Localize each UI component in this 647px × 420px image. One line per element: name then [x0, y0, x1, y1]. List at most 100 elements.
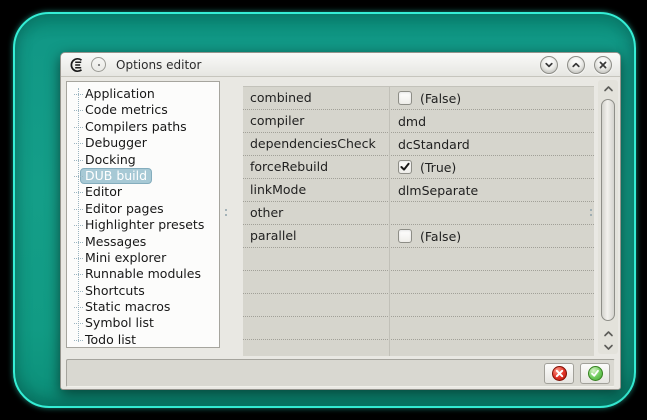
- scrollbar-thumb[interactable]: [601, 99, 615, 321]
- grid-row-empty: [243, 294, 594, 317]
- property-name: compiler: [250, 113, 305, 128]
- options-editor-window: Options editor Application Code metrics Co…: [60, 52, 621, 390]
- property-value-text: (False): [420, 228, 462, 244]
- grid-row-other[interactable]: other: [243, 202, 594, 225]
- coedit-logo-icon: [69, 57, 85, 73]
- property-name: linkMode: [250, 182, 307, 197]
- chevron-down-icon: [544, 60, 554, 70]
- sidebar-item-label: Editor pages: [85, 200, 164, 216]
- sidebar-item-label: Runnable modules: [85, 266, 201, 282]
- property-name: dependenciesCheck: [250, 136, 376, 151]
- property-value-text: (True): [420, 159, 457, 175]
- close-button[interactable]: [594, 55, 612, 74]
- property-value[interactable]: [390, 202, 594, 224]
- property-value[interactable]: dlmSeparate: [390, 179, 594, 201]
- window-menu-button[interactable]: [91, 57, 106, 72]
- scroll-up-button-bottom[interactable]: [598, 327, 618, 340]
- unshade-button[interactable]: [567, 55, 585, 74]
- property-value: [390, 248, 594, 270]
- accept-button[interactable]: [580, 363, 610, 384]
- forceRebuild-checkbox[interactable]: [398, 160, 412, 174]
- close-icon: [598, 60, 608, 70]
- property-value[interactable]: (False): [390, 87, 594, 109]
- sidebar-item-label: Shortcuts: [85, 282, 145, 298]
- splitter-grip-left[interactable]: [224, 209, 227, 216]
- sidebar-item-editor[interactable]: Editor: [67, 184, 219, 200]
- chevron-down-icon: [603, 344, 613, 350]
- window-title: Options editor: [116, 57, 202, 72]
- titlebar[interactable]: Options editor: [61, 53, 620, 77]
- property-grid[interactable]: combined (False) compiler dmd dependenciesCh…: [243, 86, 594, 356]
- sidebar-item-debugger[interactable]: Debugger: [67, 135, 219, 151]
- sidebar-item-label: Application: [85, 86, 155, 101]
- scroll-up-button[interactable]: [598, 82, 618, 95]
- sidebar-item-label: Debugger: [85, 135, 147, 151]
- grid-row-empty: [243, 317, 594, 340]
- property-value[interactable]: (False): [390, 225, 594, 247]
- splitter-grip-right[interactable]: [589, 209, 592, 216]
- green-check-icon: [587, 366, 603, 381]
- combined-checkbox[interactable]: [398, 91, 412, 105]
- cancel-button[interactable]: [544, 363, 574, 384]
- property-value: [390, 340, 594, 356]
- category-tree[interactable]: Application Code metrics Compilers paths De…: [66, 81, 220, 348]
- grid-column-divider[interactable]: [389, 87, 390, 356]
- grid-row-compiler[interactable]: compiler dmd: [243, 110, 594, 133]
- desktop-background: Options editor Application Code metrics Co…: [0, 0, 647, 420]
- sidebar-item-messages[interactable]: Messages: [67, 234, 219, 250]
- property-value: [390, 271, 594, 293]
- red-cross-icon: [551, 366, 567, 381]
- property-value[interactable]: dcStandard: [390, 133, 594, 155]
- sidebar-item-todo-list[interactable]: Todo list: [67, 331, 219, 347]
- sidebar-item-label: Docking: [85, 151, 136, 167]
- sidebar-item-label: Mini explorer: [85, 249, 167, 265]
- chevron-up-icon: [571, 60, 581, 70]
- checkmark-icon: [400, 162, 410, 171]
- property-value: [390, 317, 594, 339]
- chevron-up-icon: [603, 330, 613, 336]
- property-value[interactable]: dmd: [390, 110, 594, 132]
- sidebar-item-highlighter-presets[interactable]: Highlighter presets: [67, 217, 219, 233]
- sidebar-item-label: Editor: [85, 184, 122, 200]
- property-name: other: [250, 205, 284, 220]
- sidebar-item-application[interactable]: Application: [67, 86, 219, 102]
- sidebar-item-runnable-modules[interactable]: Runnable modules: [67, 266, 219, 282]
- sidebar-item-static-macros[interactable]: Static macros: [67, 299, 219, 315]
- tree-items: Application Code metrics Compilers paths De…: [67, 86, 219, 347]
- grid-row-empty: [243, 340, 594, 356]
- sidebar-item-compilers-paths[interactable]: Compilers paths: [67, 119, 219, 135]
- sidebar-item-label: Code metrics: [85, 102, 168, 118]
- sidebar-item-label: Symbol list: [85, 315, 154, 331]
- sidebar-item-mini-explorer[interactable]: Mini explorer: [67, 250, 219, 266]
- property-value: [390, 294, 594, 316]
- property-name: [243, 294, 390, 316]
- property-name: [243, 248, 390, 270]
- sidebar-item-label: DUB build: [80, 167, 153, 184]
- sidebar-item-label: Todo list: [85, 331, 137, 347]
- sidebar-item-shortcuts[interactable]: Shortcuts: [67, 283, 219, 299]
- sidebar-item-docking[interactable]: Docking: [67, 152, 219, 168]
- grid-row-forceRebuild[interactable]: forceRebuild (True): [243, 156, 594, 179]
- sidebar-item-editor-pages[interactable]: Editor pages: [67, 201, 219, 217]
- grid-vertical-scrollbar[interactable]: [598, 80, 618, 354]
- chevron-up-icon: [603, 85, 613, 91]
- scroll-down-button[interactable]: [598, 340, 618, 353]
- parallel-checkbox[interactable]: [398, 229, 412, 243]
- grid-row-combined[interactable]: combined (False): [243, 87, 594, 110]
- titlebar-buttons: [540, 55, 612, 74]
- grid-rows: combined (False) compiler dmd dependenciesCh…: [243, 87, 594, 356]
- sidebar-item-symbol-list[interactable]: Symbol list: [67, 315, 219, 331]
- property-name: [243, 271, 390, 293]
- property-name: forceRebuild: [250, 159, 329, 174]
- property-value-text: dlmSeparate: [398, 182, 479, 198]
- footer-panel: [66, 359, 615, 387]
- property-name: combined: [250, 90, 312, 105]
- property-name: parallel: [250, 228, 297, 243]
- sidebar-item-dub-build[interactable]: DUB build: [67, 167, 219, 184]
- grid-row-parallel[interactable]: parallel (False): [243, 225, 594, 248]
- shade-button[interactable]: [540, 55, 558, 74]
- grid-row-dependenciesCheck[interactable]: dependenciesCheck dcStandard: [243, 133, 594, 156]
- sidebar-item-code-metrics[interactable]: Code metrics: [67, 102, 219, 118]
- property-value[interactable]: (True): [390, 156, 594, 178]
- grid-row-linkMode[interactable]: linkMode dlmSeparate: [243, 179, 594, 202]
